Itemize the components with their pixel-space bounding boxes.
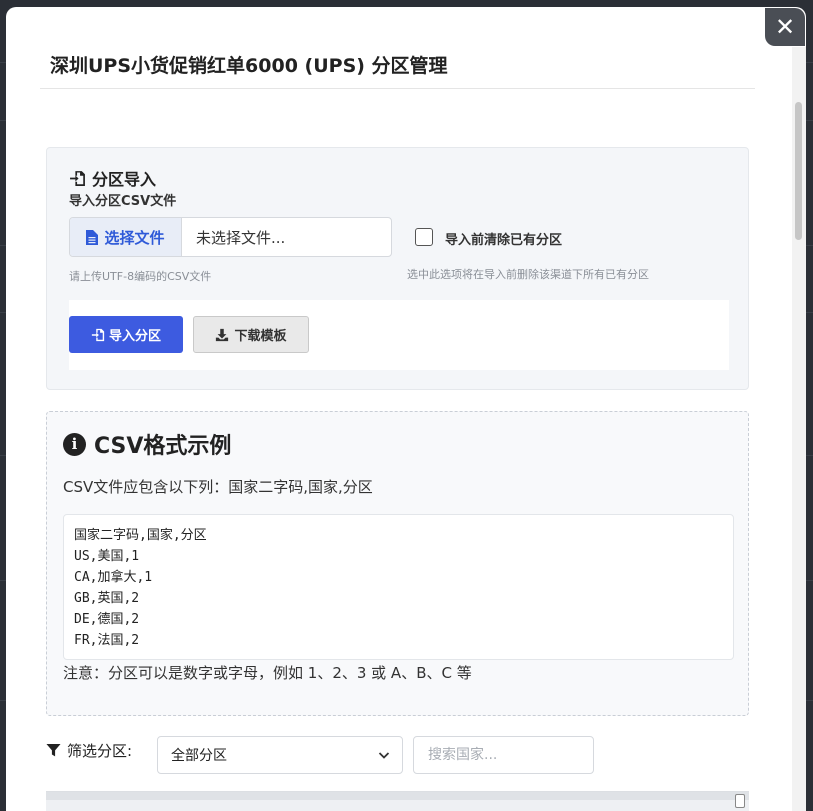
zone-table-header [46,791,749,811]
csv-sample-line: FR,法国,2 [74,633,140,648]
csv-zone-note: 注意：分区可以是数字或字母，例如 1、2、3 或 A、B、C 等 [63,664,472,682]
filter-label-text: 筛选分区: [67,742,133,760]
clear-existing-option[interactable]: 导入前清除已有分区 [415,225,562,248]
modal-scrollbar[interactable] [792,47,806,811]
choose-file-label: 选择文件 [104,228,165,247]
filter-icon [46,743,61,757]
chevron-down-icon [378,752,390,759]
download-icon [216,328,229,341]
download-template-button[interactable]: 下载模板 [193,316,309,353]
import-heading-text: 分区导入 [92,170,157,189]
title-divider [40,88,755,89]
clear-existing-checkbox[interactable] [415,227,433,246]
csv-example-card: i CSV格式示例 CSV文件应包含以下列：国家二字码,国家,分区 国家二字码,… [46,411,749,716]
import-heading: 分区导入 [69,166,156,190]
download-template-label: 下载模板 [234,329,287,344]
csv-example-heading: i CSV格式示例 [63,428,231,460]
import-actions: 导入分区 下载模板 [69,300,729,370]
country-search-input[interactable] [413,736,594,774]
table-header-bar [46,792,749,800]
table-scroll-handle[interactable] [735,794,745,808]
clear-existing-label[interactable]: 导入前清除已有分区 [445,229,562,248]
file-encoding-hint: 请上传UTF-8编码的CSV文件 [69,270,212,283]
file-icon [86,229,99,245]
choose-file-button[interactable]: 选择文件 [70,218,182,256]
csv-file-input[interactable]: 选择文件 未选择文件... [69,217,392,257]
csv-sample-line: CA,加拿大,1 [74,570,153,585]
modal-title: 深圳UPS小货促销红单6000 (UPS) 分区管理 [50,55,448,77]
import-zones-label: 导入分区 [108,329,161,344]
csv-sample-line: 国家二字码,国家,分区 [74,528,207,543]
csv-sample-line: US,美国,1 [74,549,140,564]
csv-file-label: 导入分区CSV文件 [69,194,177,209]
filter-label: 筛选分区: [46,740,132,761]
info-icon: i [63,432,86,456]
file-import-icon [91,328,105,341]
csv-sample-line: DE,德国,2 [74,612,140,627]
zone-filter-value: 全部分区 [171,748,227,764]
clear-existing-hint: 选中此选项将在导入前删除该渠道下所有已有分区 [407,268,649,281]
zone-filter-select[interactable]: 全部分区 [157,736,403,774]
selected-file-name: 未选择文件... [196,228,286,247]
close-button[interactable]: ✕ [765,8,805,46]
modal-scrollbar-thumb[interactable] [795,102,802,240]
import-zones-button[interactable]: 导入分区 [69,316,183,353]
csv-sample-block: 国家二字码,国家,分区 US,美国,1 CA,加拿大,1 GB,英国,2 DE,… [63,514,734,660]
file-import-icon [70,170,85,186]
csv-sample-line: GB,英国,2 [74,591,140,606]
close-icon: ✕ [774,13,796,41]
zone-import-card: 分区导入 导入分区CSV文件 选择文件 未选择文件... 请上传UTF-8编码的… [46,147,749,390]
zone-management-modal: 深圳UPS小货促销红单6000 (UPS) 分区管理 分区导入 导入分区CSV文… [6,7,806,811]
csv-columns-description: CSV文件应包含以下列：国家二字码,国家,分区 [63,478,373,496]
csv-example-heading-text: CSV格式示例 [94,434,232,459]
